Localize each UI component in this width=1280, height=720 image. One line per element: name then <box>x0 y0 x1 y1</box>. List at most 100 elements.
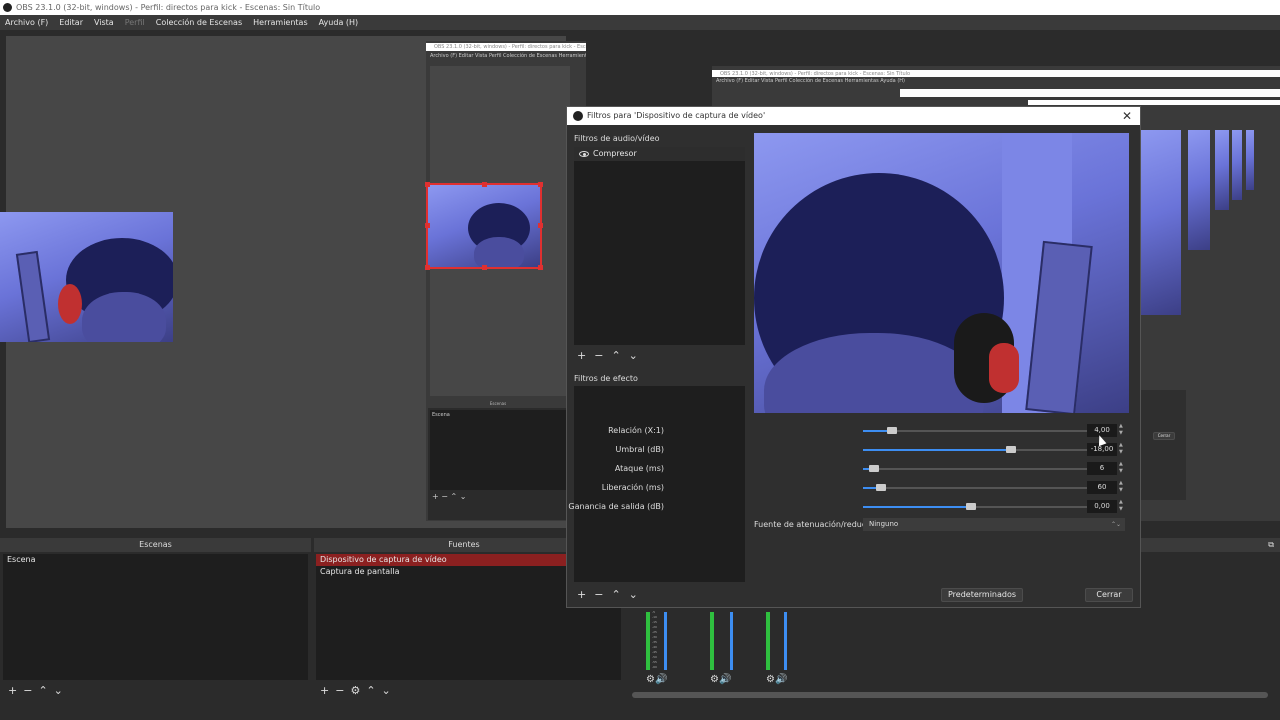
webcam-source-preview[interactable] <box>0 212 173 342</box>
move-up-icon[interactable]: ⌃ <box>611 588 620 601</box>
effect-filters-label: Filtros de efecto <box>574 374 638 383</box>
gear-icon[interactable]: ⚙ <box>350 684 360 697</box>
param-spinbox[interactable]: 60 <box>1087 481 1117 494</box>
scenes-dock-header: Escenas <box>0 538 311 552</box>
gear-icon[interactable]: ⚙ <box>710 674 719 685</box>
resize-handle[interactable] <box>482 182 487 187</box>
menu-herramientas[interactable]: Herramientas <box>253 18 308 27</box>
slider-knob[interactable] <box>876 484 886 491</box>
param-slider[interactable] <box>863 427 1087 434</box>
param-spinbox[interactable]: 6 <box>1087 462 1117 475</box>
param-label: Ganancia de salida (dB) <box>568 502 664 511</box>
move-up-icon[interactable]: ⌃ <box>38 684 47 697</box>
remove-scene-icon[interactable]: − <box>23 684 32 697</box>
move-down-icon[interactable]: ⌄ <box>629 588 638 601</box>
remove-filter-icon[interactable]: − <box>594 349 603 362</box>
slider-knob[interactable] <box>869 465 879 472</box>
add-scene-icon[interactable]: + <box>8 684 17 697</box>
param-label: Relación (X:1) <box>608 426 664 435</box>
headphone-accent <box>989 343 1019 393</box>
menu-archivo[interactable]: Archivo (F) <box>5 18 48 27</box>
spin-arrows-icon[interactable]: ▲ ▼ <box>1119 480 1126 495</box>
spin-arrows-icon[interactable]: ▲ ▼ <box>1119 499 1126 514</box>
gear-icon[interactable]: ⚙ <box>646 674 655 685</box>
menu-ayuda[interactable]: Ayuda (H) <box>319 18 359 27</box>
volume-fader[interactable] <box>730 612 733 670</box>
filters-dialog: Filtros para 'Dispositivo de captura de … <box>566 106 1141 608</box>
param-slider[interactable] <box>863 446 1087 453</box>
volume-fader[interactable] <box>664 612 667 670</box>
menu-editar[interactable]: Editar <box>59 18 83 27</box>
effect-filters-toolbar: + − ⌃ ⌄ <box>577 588 638 601</box>
nested-toolbar: + − ⌃ ⌄ <box>432 492 467 501</box>
spin-arrows-icon[interactable]: ▲ ▼ <box>1119 461 1126 476</box>
close-icon[interactable]: ✕ <box>1122 109 1132 123</box>
resize-handle[interactable] <box>482 265 487 270</box>
spin-arrows-icon[interactable]: ▲ ▼ <box>1119 442 1126 457</box>
speaker-icon[interactable]: 🔊 <box>655 674 667 685</box>
mixer-scrollbar[interactable] <box>632 692 1268 698</box>
sidechain-select[interactable]: Ninguno ⌃⌄ <box>863 518 1125 531</box>
param-row: Relación (X:1) 4,00 ▲ ▼ <box>567 423 1123 439</box>
slider-knob[interactable] <box>1006 446 1016 453</box>
mixer-dock-header: ⧉ <box>1138 538 1280 552</box>
param-label: Liberación (ms) <box>601 483 664 492</box>
add-filter-icon[interactable]: + <box>577 588 586 601</box>
move-down-icon[interactable]: ⌄ <box>382 684 391 697</box>
menu-vista[interactable]: Vista <box>94 18 114 27</box>
filter-item[interactable]: Compresor <box>574 147 745 161</box>
scenes-toolbar: + − ⌃ ⌄ <box>8 684 63 697</box>
nested-docks: Escenas Escena + − ⌃ ⌄ <box>428 400 568 520</box>
add-source-icon[interactable]: + <box>320 684 329 697</box>
speaker-icon[interactable]: 🔊 <box>775 674 787 685</box>
speaker-icon[interactable]: 🔊 <box>719 674 731 685</box>
slider-knob[interactable] <box>966 503 976 510</box>
resize-handle[interactable] <box>425 223 430 228</box>
audio-meter <box>646 612 650 670</box>
move-down-icon[interactable]: ⌄ <box>54 684 63 697</box>
scenes-list[interactable]: Escena <box>3 554 308 680</box>
scene-item[interactable]: Escena <box>3 554 308 566</box>
move-up-icon[interactable]: ⌃ <box>366 684 375 697</box>
audio-filters-toolbar: + − ⌃ ⌄ <box>577 349 638 362</box>
nested-webcam-strip <box>1246 130 1254 190</box>
nested-scene-list: Escena <box>430 410 566 490</box>
nested-webcam-strip <box>1232 130 1242 200</box>
add-filter-icon[interactable]: + <box>577 349 586 362</box>
selected-source-bounds[interactable] <box>425 182 543 270</box>
param-row: Umbral (dB) -18,00 ▲ ▼ <box>567 442 1123 458</box>
audio-filters-list[interactable]: Compresor <box>574 147 745 345</box>
slider-knob[interactable] <box>887 427 897 434</box>
param-slider[interactable] <box>863 484 1087 491</box>
param-slider[interactable] <box>863 465 1087 472</box>
nested-titlebar-2: OBS 23.1.0 (32-bit, windows) - Perfil: d… <box>712 70 1280 77</box>
volume-fader[interactable] <box>784 612 787 670</box>
remove-filter-icon[interactable]: − <box>594 588 603 601</box>
nested-dock-header: Escenas <box>428 400 568 408</box>
resize-handle[interactable] <box>538 223 543 228</box>
background-object <box>15 250 51 342</box>
resize-handle[interactable] <box>538 182 543 187</box>
resize-handle[interactable] <box>425 182 430 187</box>
param-spinbox[interactable]: 0,00 <box>1087 500 1117 513</box>
param-slider[interactable] <box>863 503 1087 510</box>
close-button[interactable]: Cerrar <box>1085 588 1133 602</box>
move-up-icon[interactable]: ⌃ <box>611 349 620 362</box>
nested-dialog-fragment: Cerrar <box>1141 390 1186 500</box>
menu-coleccion-escenas[interactable]: Colección de Escenas <box>156 18 242 27</box>
audio-filters-label: Filtros de audio/vídeo <box>574 134 660 143</box>
remove-source-icon[interactable]: − <box>335 684 344 697</box>
param-row: Ganancia de salida (dB) 0,00 ▲ ▼ <box>567 499 1123 515</box>
move-down-icon[interactable]: ⌄ <box>629 349 638 362</box>
eye-icon[interactable] <box>579 151 589 157</box>
param-label: Umbral (dB) <box>615 445 665 454</box>
defaults-button[interactable]: Predeterminados <box>941 588 1023 602</box>
mixer-controls: ⚙🔊 <box>646 674 667 685</box>
resize-handle[interactable] <box>425 265 430 270</box>
resize-handle[interactable] <box>538 265 543 270</box>
menu-perfil[interactable]: Perfil <box>125 18 145 27</box>
spin-arrows-icon[interactable]: ▲ ▼ <box>1119 423 1126 438</box>
param-row: Ataque (ms) 6 ▲ ▼ <box>567 461 1123 477</box>
param-label: Ataque (ms) <box>614 464 664 473</box>
gear-icon[interactable]: ⚙ <box>766 674 775 685</box>
